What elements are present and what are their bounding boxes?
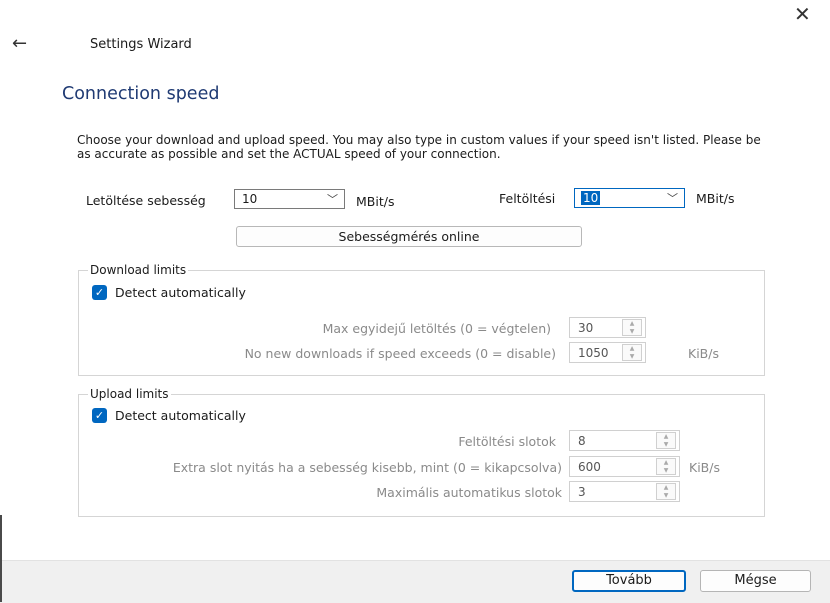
download-speed-combobox[interactable]: 10 ﹀ — [234, 189, 345, 209]
spinner-buttons: ▲ ▼ — [622, 319, 642, 336]
window-edge — [0, 515, 2, 602]
upload-limits-title: Upload limits — [88, 387, 171, 401]
chevron-down-icon: ﹀ — [327, 193, 338, 206]
max-auto-slots-spinner[interactable]: 3 ▲ ▼ — [569, 481, 680, 502]
max-downloads-value: 30 — [578, 321, 594, 335]
download-speed-unit: MBit/s — [356, 194, 395, 209]
page-description: Choose your download and upload speed. Y… — [77, 133, 761, 161]
upload-slots-label: Feltöltési slotok — [458, 434, 556, 449]
spinner-buttons: ▲ ▼ — [656, 432, 676, 449]
download-speed-value: 10 — [242, 192, 258, 206]
window-title: Settings Wizard — [90, 37, 192, 52]
upload-detect-checkbox[interactable]: ✓ — [92, 408, 107, 423]
spinner-buttons: ▲ ▼ — [656, 483, 676, 500]
download-speed-label: Letöltése sebesség — [86, 193, 206, 208]
max-auto-slots-value: 3 — [578, 485, 586, 499]
max-downloads-spinner[interactable]: 30 ▲ ▼ — [569, 317, 646, 338]
speed-test-online-button[interactable]: Sebességmérés online — [236, 226, 582, 247]
extra-slot-unit: KiB/s — [689, 460, 720, 475]
max-downloads-label: Max egyidejű letöltés (0 = végtelen) — [322, 321, 551, 336]
spin-up-icon[interactable]: ▲ — [657, 459, 675, 466]
upload-speed-unit: MBit/s — [696, 191, 735, 206]
close-icon[interactable]: ✕ — [794, 4, 811, 24]
spin-up-icon[interactable]: ▲ — [623, 320, 641, 327]
no-new-downloads-spinner[interactable]: 1050 ▲ ▼ — [569, 342, 646, 363]
spin-up-icon[interactable]: ▲ — [657, 484, 675, 491]
extra-slot-label: Extra slot nyitás ha a sebesség kisebb, … — [172, 460, 562, 475]
extra-slot-value: 600 — [578, 460, 601, 474]
spin-down-icon[interactable]: ▼ — [657, 492, 675, 499]
back-arrow-icon[interactable]: ← — [12, 34, 27, 54]
spin-down-icon[interactable]: ▼ — [623, 353, 641, 360]
download-detect-checkbox[interactable]: ✓ — [92, 285, 107, 300]
no-new-downloads-label: No new downloads if speed exceeds (0 = d… — [244, 346, 556, 361]
spin-up-icon[interactable]: ▲ — [657, 433, 675, 440]
spin-down-icon[interactable]: ▼ — [657, 441, 675, 448]
download-detect-label[interactable]: Detect automatically — [115, 285, 246, 300]
spin-down-icon[interactable]: ▼ — [623, 328, 641, 335]
spinner-buttons: ▲ ▼ — [656, 458, 676, 475]
no-new-downloads-value: 1050 — [578, 346, 609, 360]
chevron-down-icon: ﹀ — [667, 192, 678, 205]
upload-slots-value: 8 — [578, 434, 586, 448]
max-auto-slots-label: Maximális automatikus slotok — [376, 485, 562, 500]
upload-speed-label: Feltöltési — [499, 191, 556, 206]
next-button[interactable]: Tovább — [572, 570, 686, 592]
download-limits-title: Download limits — [88, 263, 189, 277]
extra-slot-spinner[interactable]: 600 ▲ ▼ — [569, 456, 680, 477]
page-heading: Connection speed — [62, 84, 220, 104]
upload-detect-label[interactable]: Detect automatically — [115, 408, 246, 423]
upload-speed-value: 10 — [581, 191, 601, 205]
no-new-downloads-unit: KiB/s — [688, 346, 719, 361]
spin-up-icon[interactable]: ▲ — [623, 345, 641, 352]
cancel-button[interactable]: Mégse — [700, 570, 811, 592]
upload-speed-combobox[interactable]: 10 ﹀ — [574, 188, 685, 208]
spin-down-icon[interactable]: ▼ — [657, 467, 675, 474]
spinner-buttons: ▲ ▼ — [622, 344, 642, 361]
upload-slots-spinner[interactable]: 8 ▲ ▼ — [569, 430, 680, 451]
